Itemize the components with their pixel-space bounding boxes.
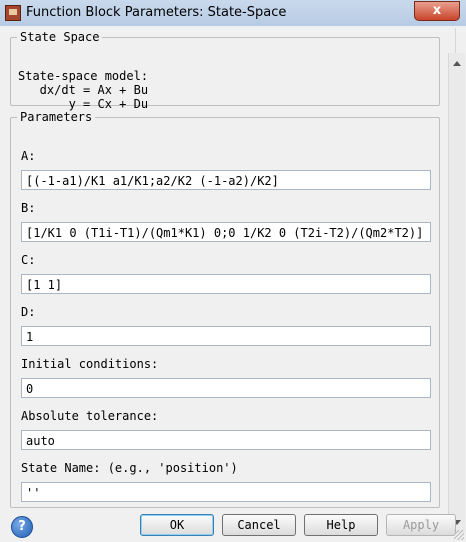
absolute-tolerance-input[interactable]: auto [21,430,431,450]
title-bar[interactable]: Function Block Parameters: State-Space x [0,0,466,27]
c-matrix-label: C: [21,253,36,267]
window-title: Function Block Parameters: State-Space [26,5,287,20]
help-button[interactable]: Help [304,514,378,536]
description-line: State-space model: [18,69,149,83]
d-matrix-label: D: [21,305,36,319]
absolute-tolerance-label: Absolute tolerance: [21,409,159,423]
parameters-scroll-area: State Space State-space model: dx/dt = A… [8,28,456,512]
state-name-input[interactable]: '' [21,482,431,502]
scroll-up-arrow-icon[interactable] [453,61,461,66]
state-name-label: State Name: (e.g., 'position') [21,461,238,475]
parameters-group: Parameters A: [(-1-a1)/K1 a1/K1;a2/K2 (-… [10,110,440,508]
apply-button[interactable]: Apply [386,514,456,536]
simulink-block-icon [5,5,21,21]
ok-button[interactable]: OK [140,514,214,536]
a-matrix-input[interactable]: [(-1-a1)/K1 a1/K1;a2/K2 (-1-a2)/K2] [21,170,431,190]
resize-grip-icon[interactable] [454,530,464,540]
b-matrix-input[interactable]: [1/K1 0 (T1i-T1)/(Qm1*K1) 0;0 1/K2 0 (T2… [21,222,431,242]
d-matrix-input[interactable]: 1 [21,326,431,346]
parameters-legend: Parameters [20,110,93,124]
b-matrix-label: B: [21,201,36,215]
close-button[interactable]: x [414,1,460,21]
c-matrix-input[interactable]: [1 1] [21,274,431,294]
vertical-scrollbar[interactable] [448,53,465,533]
help-icon[interactable]: ? [11,516,33,538]
initial-conditions-label: Initial conditions: [21,357,159,371]
initial-conditions-input[interactable]: 0 [21,378,431,398]
dialog-body: State Space State-space model: dx/dt = A… [0,26,466,542]
description-group: State Space State-space model: dx/dt = A… [10,30,440,111]
description-legend: State Space [20,30,100,44]
cancel-button[interactable]: Cancel [222,514,296,536]
description-line: dx/dt = Ax + Bu [18,83,149,97]
description-line: y = Cx + Du [18,97,149,111]
a-matrix-label: A: [21,149,36,163]
